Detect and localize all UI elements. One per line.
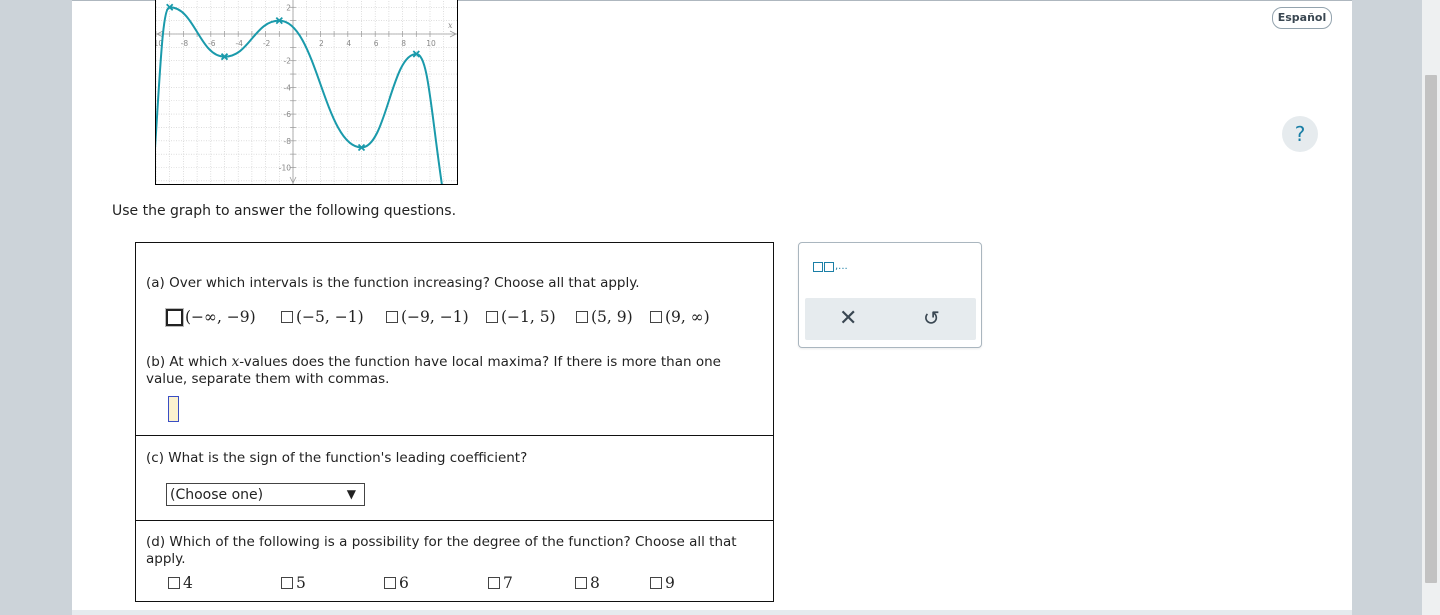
x-tick-label: -8	[181, 39, 189, 48]
option-a-2[interactable]: (−5, −1)	[281, 308, 364, 326]
box-icon	[824, 262, 834, 272]
help-button[interactable]: ?	[1282, 116, 1318, 152]
option-a-3[interactable]: (−9, −1)	[386, 308, 469, 326]
option-d-6[interactable]: 9	[650, 574, 675, 592]
question-b-text: (b) At which x-values does the function …	[146, 354, 721, 387]
question-d-box: (d) Which of the following is a possibil…	[135, 521, 774, 602]
option-a-5[interactable]: (5, 9)	[576, 308, 633, 326]
question-d-text: (d) Which of the following is a possibil…	[146, 534, 737, 567]
scrollbar-thumb[interactable]	[1425, 75, 1437, 583]
language-button[interactable]: Español	[1272, 7, 1332, 29]
chevron-down-icon: ▼	[346, 487, 356, 501]
checkbox-a-6[interactable]	[650, 311, 662, 323]
x-axis-label: x	[448, 21, 453, 30]
question-b-box: (b) At which x-values does the function …	[135, 339, 774, 436]
option-d-2[interactable]: 5	[281, 574, 306, 592]
checkbox-d-3[interactable]	[384, 577, 396, 589]
interval-list-template-button[interactable]: ,...	[813, 261, 848, 272]
maxima-answer-input[interactable]	[168, 396, 179, 422]
checkbox-a-5[interactable]	[576, 311, 588, 323]
checkbox-d-5[interactable]	[575, 577, 587, 589]
y-tick-label: -8	[284, 137, 292, 146]
option-a-4[interactable]: (−1, 5)	[486, 308, 556, 326]
option-d-3[interactable]: 6	[384, 574, 409, 592]
x-tick-label: 8	[401, 39, 406, 48]
checkbox-d-1[interactable]	[168, 577, 180, 589]
y-tick-label: 2	[286, 3, 291, 12]
x-tick-label: 4	[346, 39, 351, 48]
option-d-1[interactable]: 4	[168, 574, 193, 592]
instruction-text: Use the graph to answer the following qu…	[112, 203, 457, 219]
box-icon	[813, 262, 823, 272]
y-tick-label: -2	[284, 57, 292, 66]
option-a-1[interactable]: (−∞, −9)	[166, 308, 256, 326]
question-c-box: (c) What is the sign of the function's l…	[135, 436, 774, 521]
y-tick-label: -10	[279, 164, 291, 173]
option-d-5[interactable]: 8	[575, 574, 600, 592]
x-tick-label: 10	[426, 39, 436, 48]
checkbox-a-1[interactable]	[166, 308, 183, 326]
x-tick-label: -4	[235, 39, 243, 48]
checkbox-a-4[interactable]	[486, 311, 498, 323]
bottom-strip	[72, 610, 1352, 615]
x-tick-label: 2	[319, 39, 324, 48]
option-d-4[interactable]: 7	[488, 574, 513, 592]
y-tick-label: -4	[284, 83, 292, 92]
y-tick-label: -6	[284, 110, 292, 119]
select-value: (Choose one)	[170, 487, 264, 503]
checkbox-a-3[interactable]	[386, 311, 398, 323]
x-tick-label: -2	[263, 39, 271, 48]
answer-tool-panel: ,... ✕ ↺	[798, 242, 982, 348]
clear-icon[interactable]: ✕	[839, 306, 857, 331]
leading-coefficient-select[interactable]: (Choose one) ▼	[166, 483, 365, 506]
checkbox-a-2[interactable]	[281, 311, 293, 323]
undo-icon[interactable]: ↺	[923, 306, 940, 330]
graph-canvas: -10-8-6-4-22468102-2-4-6-8-10x	[156, 0, 457, 184]
option-a-6[interactable]: (9, ∞)	[650, 308, 710, 326]
checkbox-d-4[interactable]	[488, 577, 500, 589]
checkbox-d-2[interactable]	[281, 577, 293, 589]
x-tick-label: 6	[374, 39, 379, 48]
function-graph: -10-8-6-4-22468102-2-4-6-8-10x	[155, 0, 458, 185]
checkbox-d-6[interactable]	[650, 577, 662, 589]
question-a-text: (a) Over which intervals is the function…	[146, 275, 640, 291]
question-c-text: (c) What is the sign of the function's l…	[146, 450, 528, 466]
tool-action-bar: ✕ ↺	[805, 298, 976, 340]
x-tick-label: -6	[208, 39, 216, 48]
